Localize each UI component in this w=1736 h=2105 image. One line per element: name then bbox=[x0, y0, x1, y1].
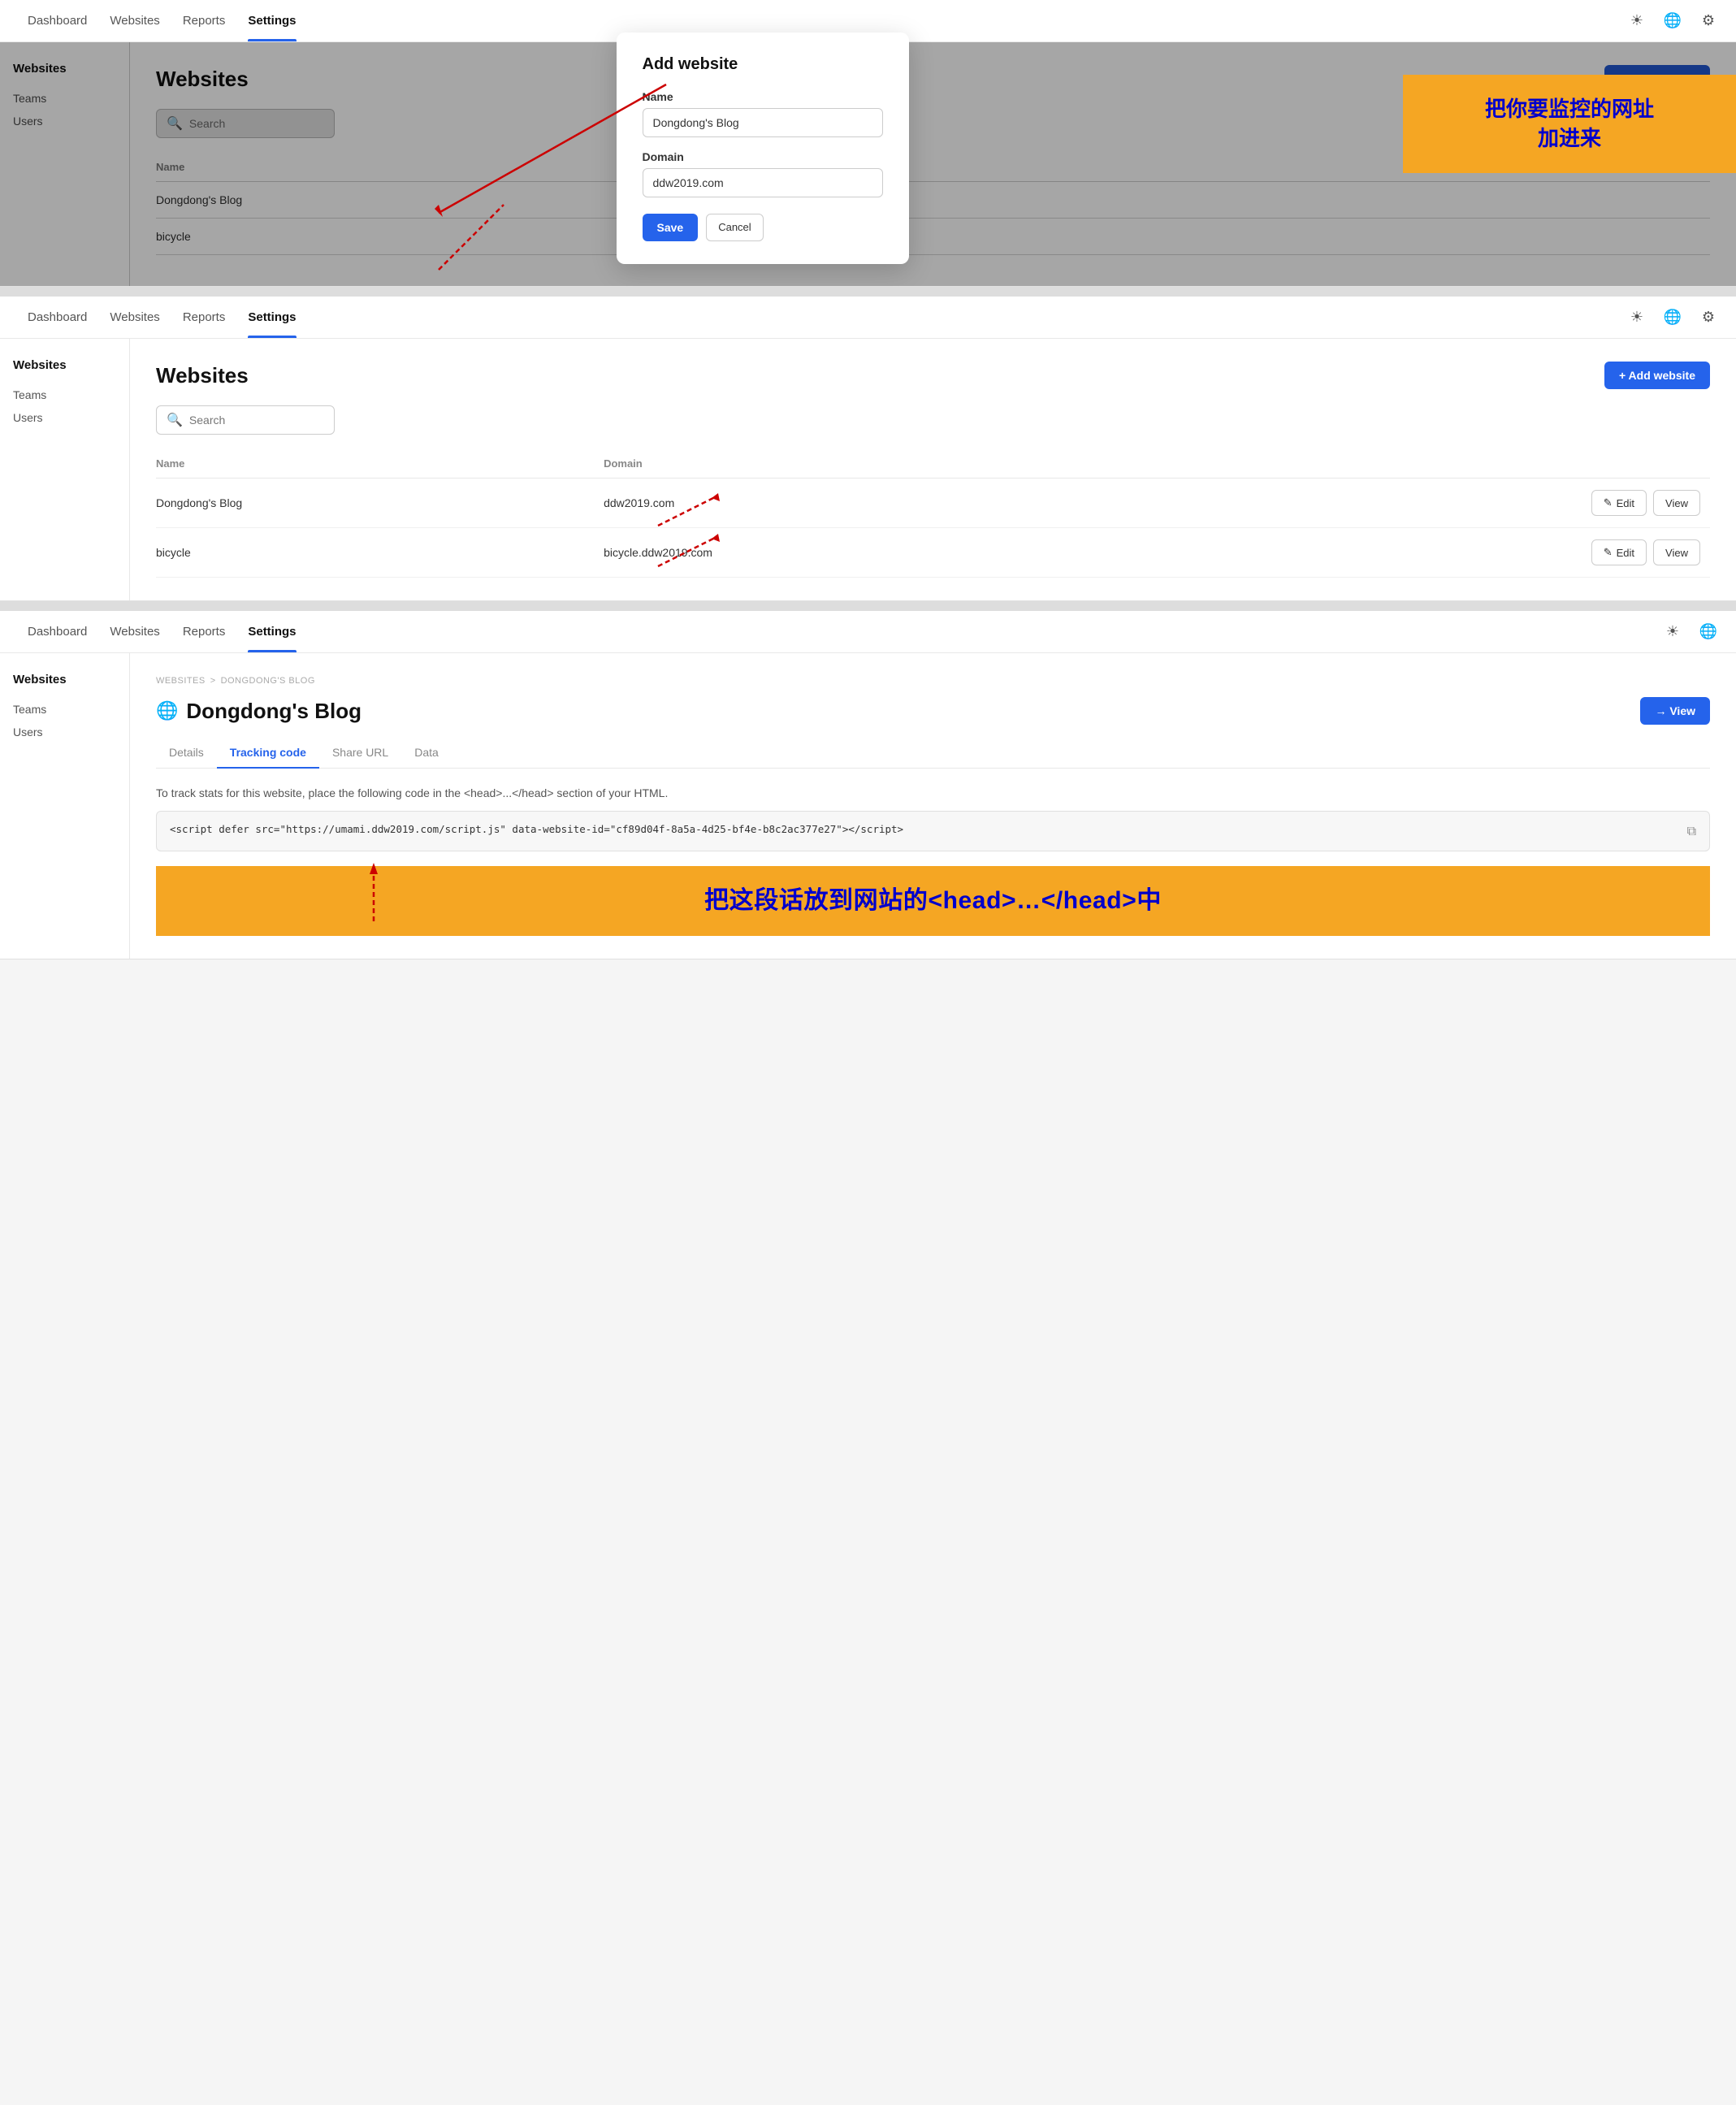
nav-websites-2[interactable]: Websites bbox=[98, 297, 171, 338]
topnav-2: Dashboard Websites Reports Settings ☀ 🌐 … bbox=[0, 297, 1736, 339]
edit-icon-2a: ✎ bbox=[1604, 496, 1613, 509]
nav-settings-1[interactable]: Settings bbox=[236, 0, 307, 41]
modal-title: Add website bbox=[643, 55, 883, 74]
globe-icon-1[interactable]: 🌐 bbox=[1661, 10, 1684, 32]
site-name-2b: bicycle bbox=[156, 528, 604, 578]
table-row-2b: bicycle bicycle.ddw2019.com ✎ Edit View bbox=[156, 528, 1710, 578]
section-title-2: Websites bbox=[156, 363, 249, 388]
panel-3: Dashboard Websites Reports Settings ☀ 🌐 … bbox=[0, 611, 1736, 959]
nav-settings-3[interactable]: Settings bbox=[236, 611, 307, 652]
cancel-button[interactable]: Cancel bbox=[706, 214, 763, 241]
main-2: Websites + Add website 🔍 Name Domain bbox=[130, 339, 1736, 600]
topnav-3: Dashboard Websites Reports Settings ☀ 🌐 bbox=[0, 611, 1736, 653]
nav-dashboard-1[interactable]: Dashboard bbox=[16, 0, 98, 41]
copy-icon[interactable]: ⧉ bbox=[1687, 823, 1696, 839]
panel-1: Dashboard Websites Reports Settings ☀ 🌐 … bbox=[0, 0, 1736, 287]
tab-tracking-code[interactable]: Tracking code bbox=[217, 738, 319, 769]
website-name-title: Dongdong's Blog bbox=[186, 699, 361, 724]
nav-reports-2[interactable]: Reports bbox=[171, 297, 237, 338]
nav-settings-2[interactable]: Settings bbox=[236, 297, 307, 338]
tracking-code: <script defer src="https://umami.ddw2019… bbox=[170, 823, 1679, 835]
sidebar-item-teams-3[interactable]: Teams bbox=[13, 698, 116, 721]
breadcrumb-websites[interactable]: WEBSITES bbox=[156, 676, 206, 686]
track-description: To track stats for this website, place t… bbox=[156, 786, 1710, 799]
table-row-2a: Dongdong's Blog ddw2019.com ✎ Edit View bbox=[156, 479, 1710, 528]
annotation-box-1: 把你要监控的网址 加进来 bbox=[1403, 75, 1736, 173]
websites-table-2: Name Domain Dongdong's Blog ddw2019.com … bbox=[156, 451, 1710, 578]
site-domain-2b: bicycle.ddw2019.com bbox=[604, 528, 1156, 578]
nav-reports-1[interactable]: Reports bbox=[171, 0, 237, 41]
sidebar-title-2: Websites bbox=[13, 358, 116, 372]
view-button-3[interactable]: → View bbox=[1640, 697, 1710, 725]
gear-icon-1[interactable]: ⚙ bbox=[1697, 10, 1720, 32]
save-button[interactable]: Save bbox=[643, 214, 699, 241]
sidebar-item-teams-2[interactable]: Teams bbox=[13, 383, 116, 406]
nav-websites-1[interactable]: Websites bbox=[98, 0, 171, 41]
tab-details[interactable]: Details bbox=[156, 738, 217, 769]
edit-icon-2b: ✎ bbox=[1604, 546, 1613, 559]
view-button-2b[interactable]: View bbox=[1653, 539, 1700, 565]
globe-icon-3[interactable]: 🌐 bbox=[1697, 621, 1720, 643]
name-input[interactable] bbox=[643, 108, 883, 137]
sidebar-item-users-2[interactable]: Users bbox=[13, 406, 116, 429]
view-button-2a[interactable]: View bbox=[1653, 490, 1700, 516]
sidebar-item-users-3[interactable]: Users bbox=[13, 721, 116, 743]
sidebar-2: Websites Teams Users bbox=[0, 339, 130, 600]
nav-reports-3[interactable]: Reports bbox=[171, 611, 237, 652]
gear-icon-2[interactable]: ⚙ bbox=[1697, 306, 1720, 329]
domain-label: Domain bbox=[643, 150, 883, 163]
globe-icon-2[interactable]: 🌐 bbox=[1661, 306, 1684, 329]
domain-input[interactable] bbox=[643, 168, 883, 197]
add-website-button-2[interactable]: + Add website bbox=[1604, 362, 1710, 389]
main-3: WEBSITES > DONGDONG'S BLOG 🌐 Dongdong's … bbox=[130, 653, 1736, 959]
globe-site-icon: 🌐 bbox=[156, 700, 178, 721]
tab-data[interactable]: Data bbox=[401, 738, 452, 769]
nav-dashboard-3[interactable]: Dashboard bbox=[16, 611, 98, 652]
annotation-box-3: 把这段话放到网站的<head>…</head>中 bbox=[156, 866, 1710, 936]
tab-share-url[interactable]: Share URL bbox=[319, 738, 401, 769]
nav-dashboard-2[interactable]: Dashboard bbox=[16, 297, 98, 338]
sidebar-3: Websites Teams Users bbox=[0, 653, 130, 959]
search-input-2[interactable] bbox=[189, 414, 324, 427]
col-name-2: Name bbox=[156, 451, 604, 479]
tabs-3: Details Tracking code Share URL Data bbox=[156, 738, 1710, 769]
search-box-2: 🔍 bbox=[156, 405, 335, 435]
sun-icon-2[interactable]: ☀ bbox=[1626, 306, 1648, 329]
add-website-modal: Add website Name Domain Save Cancel bbox=[617, 32, 909, 264]
layout-3: Websites Teams Users WEBSITES > DONGDONG… bbox=[0, 653, 1736, 959]
sidebar-title-3: Websites bbox=[13, 673, 116, 687]
col-domain-2: Domain bbox=[604, 451, 1156, 479]
edit-button-2a[interactable]: ✎ Edit bbox=[1591, 490, 1647, 516]
search-icon-2: 🔍 bbox=[167, 412, 183, 428]
breadcrumb-sep: > bbox=[210, 676, 216, 686]
site-name-2a: Dongdong's Blog bbox=[156, 479, 604, 528]
name-label: Name bbox=[643, 90, 883, 103]
sun-icon-3[interactable]: ☀ bbox=[1661, 621, 1684, 643]
panel-2: Dashboard Websites Reports Settings ☀ 🌐 … bbox=[0, 297, 1736, 601]
edit-button-2b[interactable]: ✎ Edit bbox=[1591, 539, 1647, 565]
sun-icon-1[interactable]: ☀ bbox=[1626, 10, 1648, 32]
modal-overlay-1: 把你要监控的网址 加进来 Add website Name Domain Sav… bbox=[0, 42, 1736, 286]
breadcrumb-site: DONGDONG'S BLOG bbox=[221, 676, 315, 686]
site-domain-2a: ddw2019.com bbox=[604, 479, 1156, 528]
code-block: <script defer src="https://umami.ddw2019… bbox=[156, 811, 1710, 851]
nav-websites-3[interactable]: Websites bbox=[98, 611, 171, 652]
breadcrumb: WEBSITES > DONGDONG'S BLOG bbox=[156, 676, 1710, 686]
layout-2: Websites Teams Users Websites + Add webs… bbox=[0, 339, 1736, 600]
